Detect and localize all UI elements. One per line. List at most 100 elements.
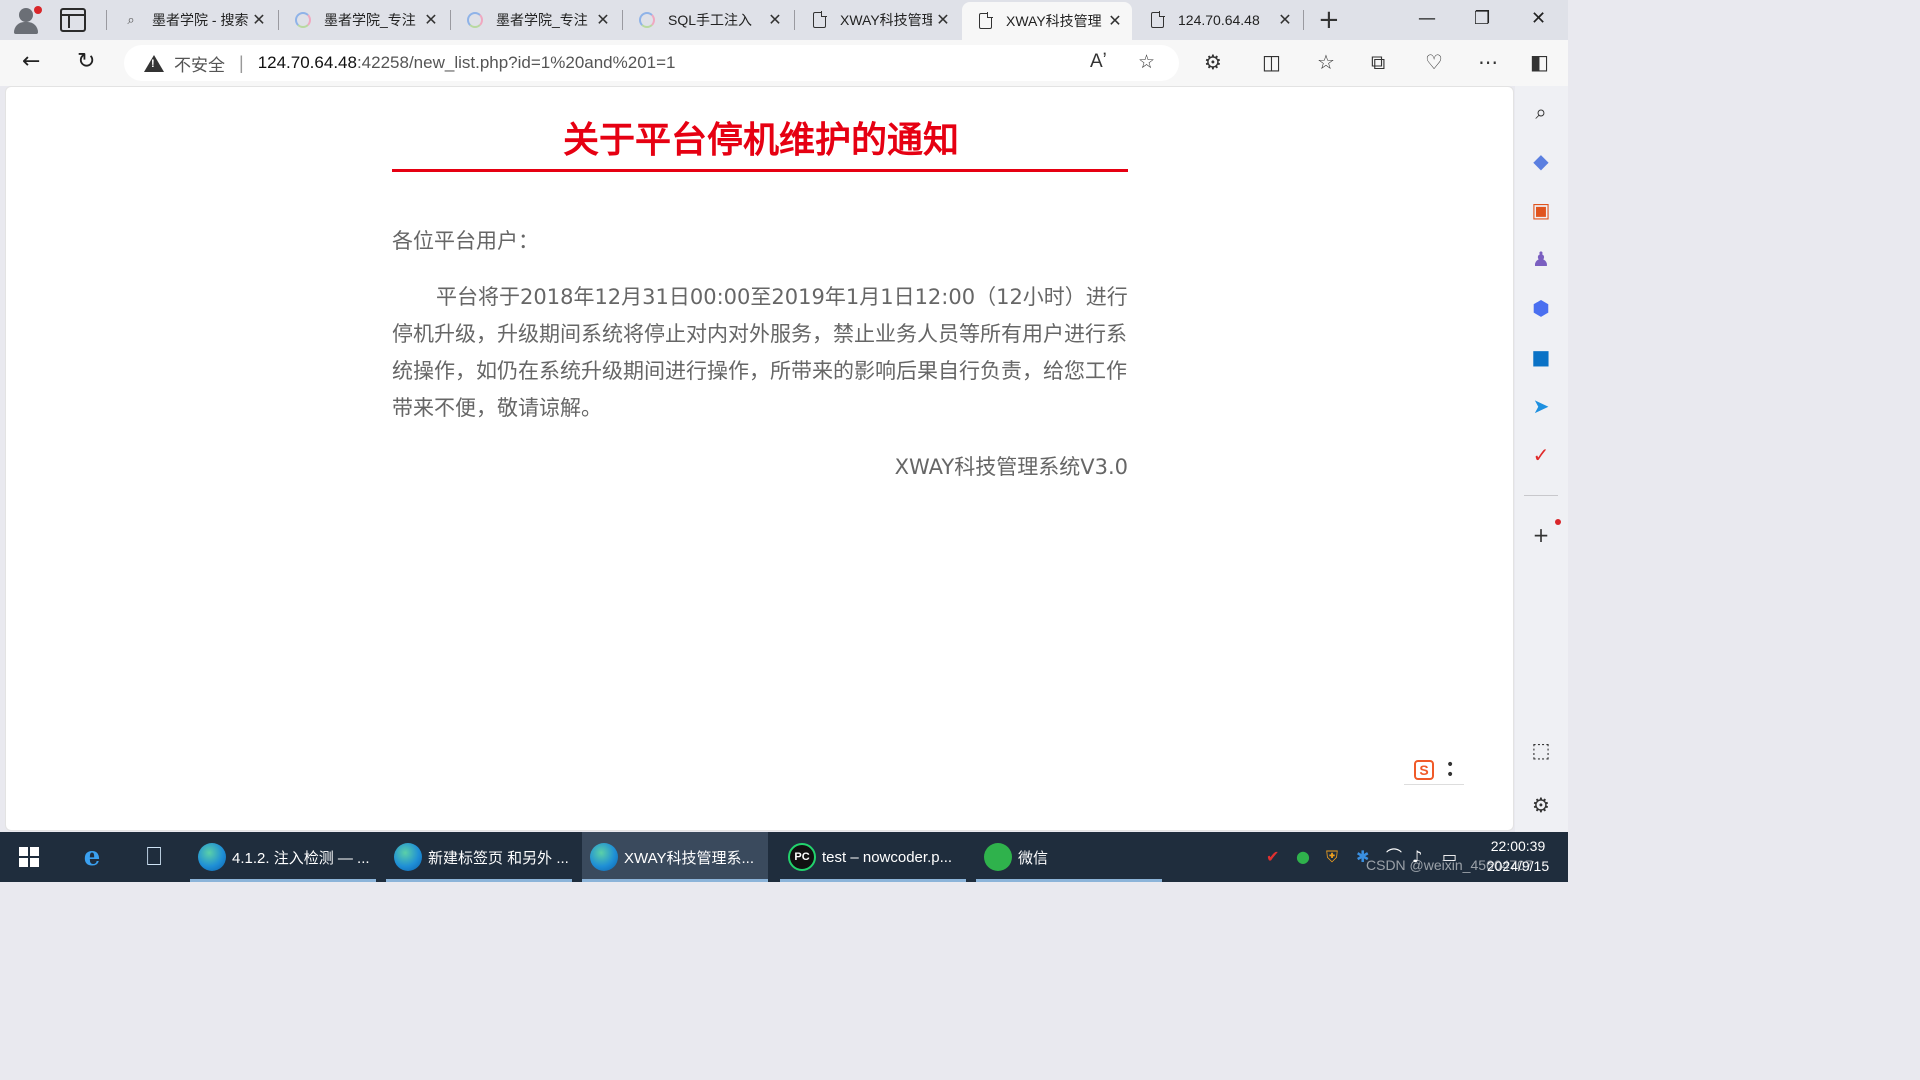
address-separator: | [239,52,244,73]
page-icon [976,12,994,30]
windows-start-icon[interactable] [19,847,39,867]
close-window-button[interactable]: ✕ [1531,8,1546,29]
notice-signature: XWAY科技管理系统V3.0 [894,455,1128,479]
search-icon[interactable]: ⌕ [1529,100,1553,124]
tab-title: 124.70.64.48 [1178,12,1260,28]
tab-close-button[interactable]: ✕ [420,10,442,30]
url-text[interactable]: 124.70.64.48:42258/new_list.php?id=1%20a… [258,53,676,73]
widget-more-icon[interactable]: • • [1446,758,1454,782]
tab-close-button[interactable]: ✕ [592,10,614,30]
refresh-icon[interactable]: ↻ [77,50,95,74]
tab-title: SQL手工注入 [668,12,753,28]
add-sidebar-item-icon[interactable]: + [1529,523,1553,547]
restore-button[interactable]: ❐ [1474,8,1490,29]
taskbar-item-wechat[interactable]: 微信 [976,832,1162,882]
internet-explorer-icon[interactable]: e [76,842,108,872]
browser-toolbar: ← ↻ 不安全 | 124.70.64.48:42258/new_list.ph… [0,40,1568,86]
running-indicator [190,879,376,882]
collections-icon[interactable]: ⧉ [1371,50,1385,74]
floating-widget[interactable]: S • • [1404,755,1464,785]
edge-sidebar: ⌕ ◆ ▣ ♟ ⬢ ■ ➤ ✓ + ⬚ ⚙ [1515,86,1568,832]
app-icon[interactable]: ✓ [1529,443,1553,467]
search-icon: ⌕ [127,12,135,27]
outlook-icon[interactable]: ■ [1529,345,1553,369]
favorites-icon[interactable]: ☆ [1317,50,1335,74]
tab-divider [1303,10,1304,30]
sidebar-toggle-icon[interactable]: ◧ [1530,50,1549,74]
tools-icon[interactable]: ▣ [1529,198,1553,222]
shopping-tag-icon[interactable]: ◆ [1529,149,1553,173]
minimize-button[interactable]: — [1418,8,1436,29]
taskbar-item-edge-newtab[interactable]: 新建标签页 和另外 ... [386,832,572,882]
page-icon [810,11,828,29]
copilot-icon[interactable]: ⬢ [1529,296,1553,320]
warning-triangle-icon[interactable] [144,54,164,72]
notice-title: 关于平台停机维护的通知 [562,120,959,161]
pycharm-icon: PC [788,843,816,871]
taskbar-item-edge-docs[interactable]: 4.1.2. 注入检测 — ... [190,832,376,882]
this-pc-icon[interactable]: ⎕ [138,842,170,872]
antivirus-tray-icon[interactable]: ✔ [1266,847,1279,867]
mozhe-logo-icon [294,11,312,29]
tab-close-button[interactable]: ✕ [248,10,270,30]
new-tab-button[interactable]: + [1318,6,1340,34]
tab-close-button[interactable]: ✕ [932,10,954,30]
back-arrow-icon[interactable]: ← [22,50,40,74]
tab-divider [794,10,795,30]
tab-close-button[interactable]: ✕ [764,10,786,30]
send-icon[interactable]: ➤ [1529,394,1553,418]
notice-greeting: 各位平台用户： [392,229,539,253]
screenshot-icon[interactable]: ⬚ [1529,738,1553,762]
tab-mozhe-search[interactable]: ⌕ 墨者学院 - 搜索 ✕ [108,4,276,36]
favorite-star-icon[interactable]: ☆ [1138,51,1155,74]
tab-title: 墨者学院_专注 [496,12,588,28]
page-error-icon [1148,11,1166,29]
mozhe-logo-icon [466,11,484,29]
clock-time: 22:00:39 [1490,838,1546,854]
mozhe-logo-icon [638,11,656,29]
profile-avatar-icon[interactable] [10,4,42,36]
taskbar-item-label: 新建标签页 和另外 ... [428,849,569,867]
running-indicator [976,879,1162,882]
edge-icon [394,843,422,871]
security-label[interactable]: 不安全 [174,51,225,76]
csdn-watermark: CSDN @weixin_45604707 [1366,857,1533,873]
taskbar-item-pycharm[interactable]: PC test – nowcoder.p... [780,832,966,882]
tab-sql-injection[interactable]: SQL手工注入 ✕ [624,4,792,36]
taskbar-item-label: test – nowcoder.p... [822,848,953,866]
url-host: 124.70.64.48 [257,53,357,72]
extensions-icon[interactable]: ⚙ [1204,50,1222,74]
taskbar-item-edge-xway[interactable]: XWAY科技管理系... [582,832,768,882]
edge-icon [590,843,618,871]
tab-close-button[interactable]: ✕ [1274,10,1296,30]
split-screen-icon[interactable]: ◫ [1262,50,1281,74]
tab-actions-icon[interactable] [60,8,86,32]
browser-essentials-icon[interactable]: ♡ [1425,50,1443,74]
tab-close-button[interactable]: ✕ [1104,11,1126,31]
sogou-logo-icon[interactable]: S [1414,759,1434,780]
more-menu-icon[interactable]: ⋯ [1478,50,1498,74]
tab-xway-1[interactable]: XWAY科技管理 ✕ [796,4,960,36]
tab-mozhe-1[interactable]: 墨者学院_专注 ✕ [280,4,448,36]
wechat-icon [984,843,1012,871]
security-shield-icon[interactable]: ⛨ [1326,847,1338,867]
tab-ip-address[interactable]: 124.70.64.48 ✕ [1134,4,1302,36]
sidebar-divider [1524,495,1558,496]
tab-divider [622,10,623,30]
running-indicator [386,879,572,882]
tab-xway-active[interactable]: XWAY科技管理 ✕ [962,2,1132,40]
read-aloud-icon[interactable]: Aʼ [1090,51,1107,73]
page-content: 关于平台停机维护的通知 各位平台用户： 平台将于2018年12月31日00:00… [5,86,1514,831]
tab-divider [278,10,279,30]
wechat-tray-icon[interactable]: ● [1296,847,1310,867]
taskbar-item-label: XWAY科技管理系... [624,849,755,867]
address-bar[interactable]: 不安全 | 124.70.64.48:42258/new_list.php?id… [124,45,1179,81]
tab-mozhe-2[interactable]: 墨者学院_专注 ✕ [452,4,620,36]
taskbar-item-label: 微信 [1018,849,1049,867]
taskbar-item-label: 4.1.2. 注入检测 — ... [232,849,370,867]
games-icon[interactable]: ♟ [1529,247,1553,271]
running-indicator [582,879,768,882]
title-underline [392,169,1128,172]
tab-divider [450,10,451,30]
settings-gear-icon[interactable]: ⚙ [1529,793,1553,817]
